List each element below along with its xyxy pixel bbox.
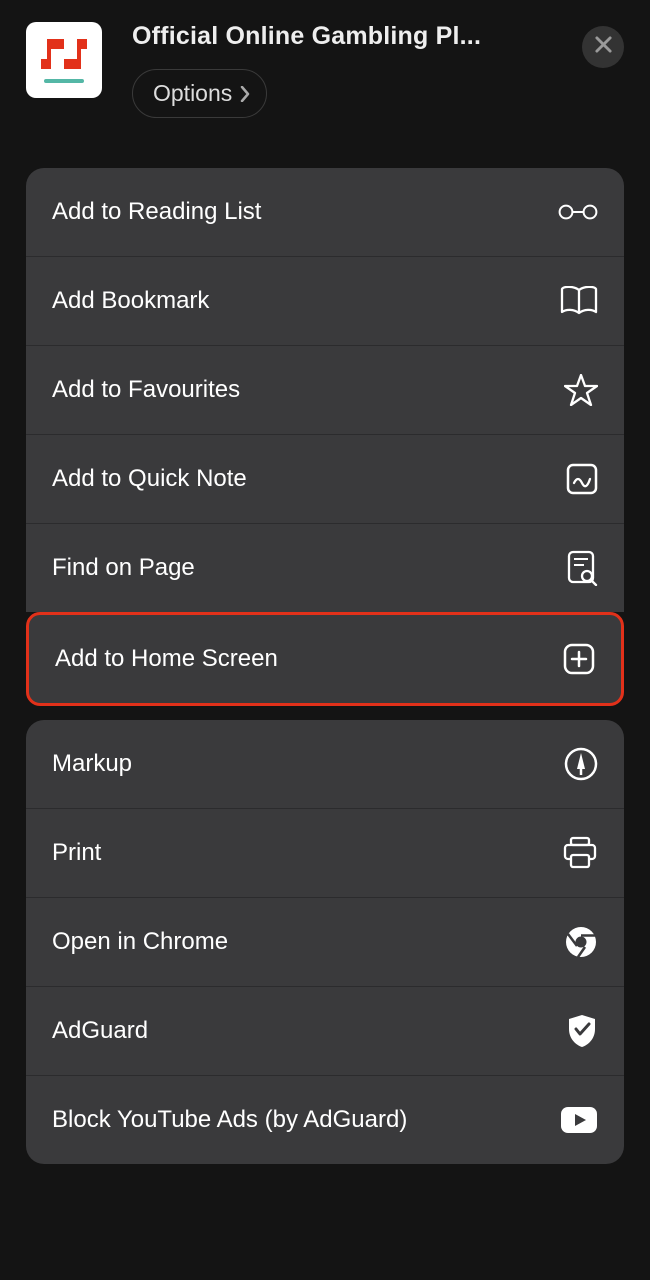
menu-item-markup[interactable]: Markup — [26, 720, 624, 809]
options-button[interactable]: Options — [132, 69, 267, 118]
menu-item-adguard[interactable]: AdGuard — [26, 987, 624, 1076]
site-icon — [26, 22, 102, 98]
menu-section-2: Markup Print Open in Chrome AdGuard Bloc… — [26, 720, 624, 1164]
menu-item-add-to-home-screen[interactable]: Add to Home Screen — [29, 615, 621, 703]
chrome-icon — [558, 924, 598, 960]
menu-item-find-on-page[interactable]: Find on Page — [26, 524, 624, 612]
glasses-icon — [558, 194, 598, 230]
book-icon — [558, 283, 598, 319]
shield-check-icon — [558, 1013, 598, 1049]
youtube-icon — [558, 1102, 598, 1138]
menu-label: Add to Reading List — [52, 198, 261, 226]
menu-label: Add to Favourites — [52, 376, 240, 404]
menu-label: Add to Quick Note — [52, 465, 247, 493]
menu-section-1: Add to Reading List Add Bookmark Add to … — [26, 168, 624, 612]
menu-item-bookmark[interactable]: Add Bookmark — [26, 257, 624, 346]
add-to-home-screen-icon — [555, 641, 595, 677]
chevron-right-icon — [240, 85, 252, 103]
menu-item-open-in-chrome[interactable]: Open in Chrome — [26, 898, 624, 987]
star-icon — [558, 372, 598, 408]
find-on-page-icon — [558, 550, 598, 586]
close-icon — [594, 35, 613, 59]
menu-label: Markup — [52, 750, 132, 778]
menu-label: Print — [52, 839, 101, 867]
menu-item-reading-list[interactable]: Add to Reading List — [26, 168, 624, 257]
menu-item-favourites[interactable]: Add to Favourites — [26, 346, 624, 435]
highlighted-menu-item: Add to Home Screen — [26, 612, 624, 706]
share-sheet-header: Official Online Gambling Pl... Options — [0, 0, 650, 140]
menu-label: Find on Page — [52, 554, 195, 582]
print-icon — [558, 835, 598, 871]
menu-label: Add to Home Screen — [55, 645, 278, 673]
menu-item-print[interactable]: Print — [26, 809, 624, 898]
menu-label: AdGuard — [52, 1017, 148, 1045]
quick-note-icon — [558, 461, 598, 497]
menu-label: Block YouTube Ads (by AdGuard) — [52, 1106, 407, 1134]
menu-label: Add Bookmark — [52, 287, 209, 315]
markup-icon — [558, 746, 598, 782]
menu-item-block-youtube-ads[interactable]: Block YouTube Ads (by AdGuard) — [26, 1076, 624, 1164]
options-label: Options — [153, 80, 232, 107]
menu-item-quick-note[interactable]: Add to Quick Note — [26, 435, 624, 524]
menu-label: Open in Chrome — [52, 928, 228, 956]
close-button[interactable] — [582, 26, 624, 68]
page-title: Official Online Gambling Pl... — [132, 22, 572, 51]
